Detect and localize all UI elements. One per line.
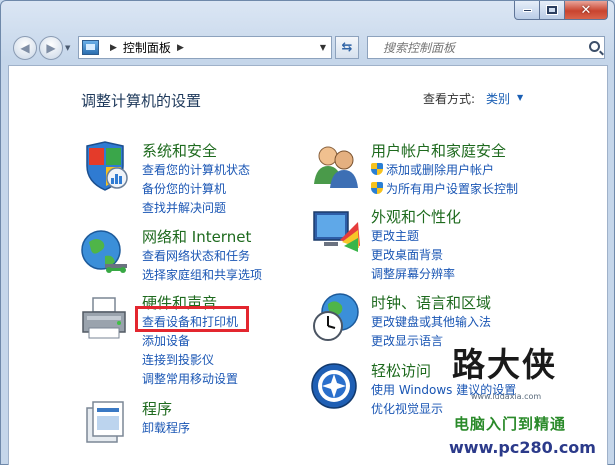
highlight-box — [135, 306, 249, 332]
breadcrumb-separator-icon[interactable]: ▶ — [110, 43, 117, 53]
watermark-url: www.ludaxia.com — [471, 392, 542, 401]
network-globe-icon — [81, 230, 127, 273]
link-backup-computer[interactable]: 备份您的计算机 — [142, 180, 226, 197]
category-title[interactable]: 外观和个性化 — [371, 206, 461, 227]
control-panel-icon — [82, 40, 99, 55]
link-change-display-language[interactable]: 更改显示语言 — [371, 332, 443, 349]
forward-arrow-icon: ▶ — [46, 41, 56, 55]
category-title[interactable]: 程序 — [142, 398, 172, 419]
search-input[interactable] — [383, 40, 583, 55]
search-box[interactable] — [367, 36, 605, 59]
breadcrumb-control-panel[interactable]: 控制面板 — [123, 39, 171, 56]
control-panel-window: ✕ ◀ ▶ ▼ ▶ 控制面板 ▶ ▼ ⇆ 调整计算机的设置 查看方式: 类别 ▼ — [0, 0, 615, 465]
back-arrow-icon: ◀ — [20, 41, 30, 55]
link-optimize-visual-display[interactable]: 优化视觉显示 — [371, 400, 443, 417]
clock-globe-icon — [313, 293, 359, 341]
link-connect-projector[interactable]: 连接到投影仪 — [142, 351, 214, 368]
breadcrumb-separator-icon[interactable]: ▶ — [177, 43, 184, 53]
view-by-label: 查看方式: — [423, 92, 476, 106]
watermark-site: www.pc280.com — [449, 438, 596, 457]
category-title[interactable]: 网络和 Internet — [142, 226, 251, 247]
recent-pages-dropdown[interactable]: ▼ — [65, 44, 70, 52]
accessibility-icon — [311, 363, 357, 409]
uac-shield-icon — [371, 163, 383, 175]
link-change-theme[interactable]: 更改主题 — [371, 227, 419, 244]
view-by-dropdown-icon[interactable]: ▼ — [517, 93, 523, 102]
main-content: 调整计算机的设置 查看方式: 类别 ▼ 系统和安全 查看您的计算机状态 备份您的… — [8, 65, 608, 465]
view-by-select[interactable]: 类别 — [486, 90, 510, 107]
link-view-computer-status[interactable]: 查看您的计算机状态 — [142, 161, 250, 178]
refresh-button[interactable]: ⇆ — [335, 36, 359, 59]
link-uninstall-program[interactable]: 卸载程序 — [142, 419, 190, 436]
link-add-device[interactable]: 添加设备 — [142, 332, 190, 349]
category-title[interactable]: 时钟、语言和区域 — [371, 292, 491, 313]
title-bar: ✕ — [1, 1, 614, 31]
uac-shield-icon — [371, 182, 383, 194]
minimize-button[interactable] — [514, 1, 540, 20]
printer-icon — [82, 297, 126, 339]
programs-icon — [86, 401, 124, 443]
link-homegroup-sharing[interactable]: 选择家庭组和共享选项 — [142, 266, 262, 283]
link-mobility-settings[interactable]: 调整常用移动设置 — [142, 370, 238, 387]
link-find-fix-problems[interactable]: 查找并解决问题 — [142, 199, 226, 216]
minimize-icon — [522, 8, 532, 12]
appearance-icon — [313, 211, 360, 252]
page-title: 调整计算机的设置 — [81, 92, 202, 110]
window-controls: ✕ — [514, 1, 608, 20]
link-view-network-status[interactable]: 查看网络状态和任务 — [142, 247, 250, 264]
users-icon — [314, 146, 358, 188]
back-button[interactable]: ◀ — [13, 36, 37, 60]
link-add-remove-accounts[interactable]: 添加或删除用户帐户 — [371, 161, 494, 178]
close-icon: ✕ — [580, 2, 592, 18]
category-title[interactable]: 用户帐户和家庭安全 — [371, 140, 506, 161]
navigation-bar: ◀ ▶ ▼ ▶ 控制面板 ▶ ▼ ⇆ — [1, 33, 614, 61]
shield-icon — [86, 141, 128, 191]
address-bar[interactable]: ▶ 控制面板 ▶ ▼ — [78, 36, 332, 59]
refresh-icon: ⇆ — [341, 40, 353, 55]
category-title[interactable]: 轻松访问 — [371, 360, 431, 381]
link-change-keyboard-input[interactable]: 更改键盘或其他输入法 — [371, 313, 491, 330]
address-dropdown-icon[interactable]: ▼ — [320, 43, 326, 52]
close-button[interactable]: ✕ — [565, 1, 608, 20]
link-adjust-resolution[interactable]: 调整屏幕分辨率 — [371, 265, 455, 282]
watermark-slogan: 电脑入门到精通 — [454, 415, 567, 433]
maximize-button[interactable] — [540, 1, 565, 20]
maximize-icon — [546, 5, 558, 15]
link-parental-controls[interactable]: 为所有用户设置家长控制 — [371, 180, 518, 197]
forward-button[interactable]: ▶ — [39, 36, 63, 60]
search-icon[interactable] — [589, 41, 600, 52]
category-title[interactable]: 系统和安全 — [142, 140, 217, 161]
watermark-brand: 路大侠 — [452, 345, 557, 384]
link-change-desktop-background[interactable]: 更改桌面背景 — [371, 246, 443, 263]
